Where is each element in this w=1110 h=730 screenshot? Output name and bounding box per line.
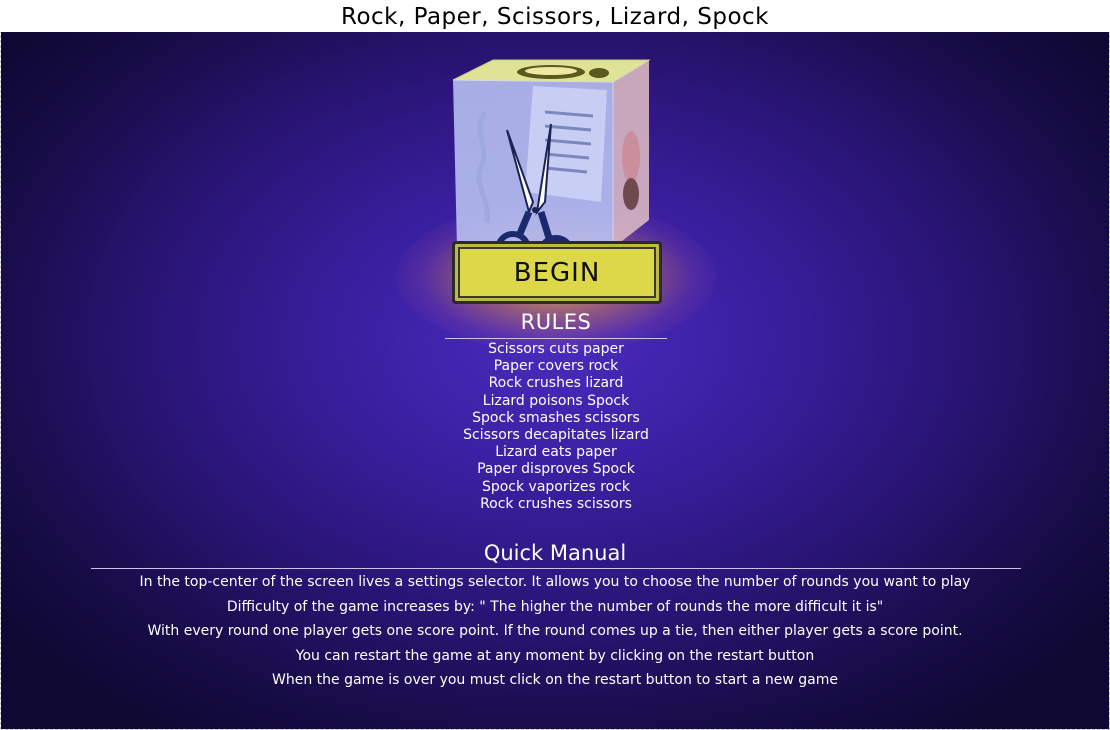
rule-item: Paper disproves Spock xyxy=(477,461,635,478)
manual-item: You can restart the game at any moment b… xyxy=(295,647,815,664)
paper-icon xyxy=(525,86,607,202)
rock-icon xyxy=(613,60,649,248)
page-title: Rock, Paper, Scissors, Lizard, Spock xyxy=(0,0,1110,32)
choice-cube xyxy=(441,52,671,272)
rules-divider xyxy=(445,338,667,339)
manual-item: In the top-center of the screen lives a … xyxy=(139,574,971,590)
rule-item: Scissors decapitates lizard xyxy=(463,427,649,444)
rules-list: Scissors cuts paper Paper covers rock Ro… xyxy=(405,341,707,513)
rule-item: Paper covers rock xyxy=(493,358,619,375)
rule-item: Lizard eats paper xyxy=(495,444,617,461)
begin-button[interactable]: BEGIN xyxy=(452,241,662,304)
rules-heading: RULES xyxy=(520,310,592,334)
rule-item: Spock vaporizes rock xyxy=(481,478,631,495)
manual-item: When the game is over you must click on … xyxy=(272,672,838,688)
rule-item: Spock smashes scissors xyxy=(472,409,640,426)
rule-item: Rock crushes lizard xyxy=(488,375,624,392)
rule-item: Lizard poisons Spock xyxy=(482,392,630,409)
manual-item: With every round one player gets one sco… xyxy=(147,623,963,639)
manual-heading: Quick Manual xyxy=(483,541,627,565)
manual-divider xyxy=(91,568,1021,569)
game-stage: BEGIN RULES Scissors cuts paper Paper co… xyxy=(1,32,1109,729)
rule-item: Scissors cuts paper xyxy=(488,341,624,357)
manual-list: In the top-center of the screen lives a … xyxy=(21,570,1089,693)
rule-item: Rock crushes scissors xyxy=(480,495,632,512)
manual-item: Difficulty of the game increases by: " T… xyxy=(226,598,884,615)
